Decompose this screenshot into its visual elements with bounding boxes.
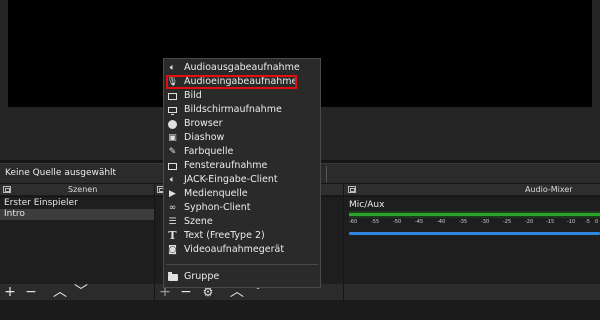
menu-item-audio-output-capture[interactable]: 🔈︎ Audioausgabeaufnahme — [164, 61, 320, 75]
menu-item-label: Farbquelle — [184, 146, 234, 157]
meter-tick: -5 — [585, 219, 590, 225]
meter-tick: -60 — [349, 219, 358, 225]
meter-tick: -45 — [415, 219, 424, 225]
menu-item-label: Browser — [184, 118, 223, 129]
meter-tick: -10 — [567, 219, 576, 225]
scenes-toolbar: + − ︿ ﹀ — [0, 284, 154, 300]
meter-tick: -15 — [546, 219, 555, 225]
audio-mixer-header: Audio-Mixer — [344, 184, 600, 196]
remove-scene-button[interactable]: − — [22, 284, 40, 300]
menu-item-browser[interactable]: Browser — [164, 117, 320, 131]
menu-item-scene[interactable]: ☰ Szene — [164, 215, 320, 229]
menu-item-label: Gruppe — [184, 271, 220, 282]
add-source-menu: 🔈︎ Audioausgabeaufnahme 🎙︎ Audioeingabea… — [163, 58, 321, 288]
globe-icon — [167, 119, 178, 129]
meter-tick: -25 — [503, 219, 512, 225]
menu-item-window-capture[interactable]: Fensteraufnahme — [164, 159, 320, 173]
play-icon: ▶ — [169, 189, 176, 199]
undock-icon[interactable] — [3, 186, 11, 193]
move-scene-up-button[interactable]: ︿ — [51, 284, 69, 300]
volume-meter-level — [349, 213, 600, 216]
status-separator — [326, 166, 327, 182]
menu-item-media-source[interactable]: ▶ Medienquelle — [164, 187, 320, 201]
undock-icon[interactable] — [348, 186, 356, 193]
menu-item-color-source[interactable]: ✎ Farbquelle — [164, 145, 320, 159]
audio-mixer-title: Audio-Mixer — [525, 185, 573, 194]
menu-separator — [166, 264, 318, 265]
menu-item-label: Bildschirmaufnahme — [184, 104, 282, 115]
meter-tick: -50 — [393, 219, 402, 225]
meter-tick: -40 — [437, 219, 446, 225]
menu-item-group[interactable]: Gruppe — [164, 270, 320, 284]
scenes-list: Erster Einspieler Intro — [0, 197, 154, 284]
menu-item-syphon-client[interactable]: ∞ Syphon-Client — [164, 201, 320, 215]
meter-tick: -35 — [459, 219, 468, 225]
status-text: Keine Quelle ausgewählt — [5, 168, 117, 178]
highlight-box — [166, 75, 297, 89]
controls-strip — [0, 300, 600, 320]
mixer-channel-label: Mic/Aux — [349, 200, 385, 210]
menu-item-label: Szene — [184, 216, 213, 227]
menu-item-label: Audioausgabeaufnahme — [184, 62, 300, 73]
brush-icon: ✎ — [168, 147, 177, 157]
menu-item-label: Syphon-Client — [184, 202, 251, 213]
monitor-icon — [167, 105, 178, 115]
list-icon: ☰ — [168, 217, 177, 227]
scene-item[interactable]: Erster Einspieler — [0, 198, 154, 209]
meter-tick: -20 — [525, 219, 534, 225]
meter-tick: -55 — [371, 219, 380, 225]
menu-item-label: Bild — [184, 90, 202, 101]
add-scene-button[interactable]: + — [1, 284, 19, 300]
image-icon — [167, 91, 178, 101]
scenes-dock-header: Szenen — [0, 184, 154, 196]
menu-item-label: Text (FreeType 2) — [184, 230, 265, 241]
folder-icon — [167, 271, 178, 282]
window-icon — [167, 161, 178, 171]
audio-mixer-toolbar — [344, 284, 600, 300]
speaker-icon: 🔈︎ — [169, 175, 176, 185]
text-icon: T — [168, 229, 177, 242]
menu-item-text[interactable]: T Text (FreeType 2) — [164, 229, 320, 243]
scenes-dock-title: Szenen — [68, 185, 98, 194]
meter-tick: -30 — [481, 219, 490, 225]
move-scene-down-button[interactable]: ﹀ — [72, 284, 90, 300]
volume-fader[interactable] — [349, 232, 600, 235]
menu-item-label: Videoaufnahmegerät — [184, 244, 285, 255]
camera-icon: ◙ — [168, 245, 177, 255]
meter-scale: -60 -55 -50 -45 -40 -35 -30 -25 -20 -15 … — [349, 219, 600, 229]
menu-item-image[interactable]: Bild — [164, 89, 320, 103]
menu-item-jack-input[interactable]: 🔈︎ JACK-Eingabe-Client — [164, 173, 320, 187]
menu-item-label: JACK-Eingabe-Client — [184, 174, 278, 185]
menu-item-display-capture[interactable]: Bildschirmaufnahme — [164, 103, 320, 117]
speaker-icon: 🔈︎ — [169, 63, 176, 73]
scene-item-selected[interactable]: Intro — [0, 209, 154, 220]
menu-item-label: Medienquelle — [184, 188, 248, 199]
menu-item-label: Fensteraufnahme — [184, 160, 268, 171]
menu-item-slideshow[interactable]: ▣ Diashow — [164, 131, 320, 145]
meter-tick: 0 — [595, 219, 599, 225]
syphon-icon: ∞ — [168, 203, 177, 213]
menu-item-video-capture-device[interactable]: ◙ Videoaufnahmegerät — [164, 243, 320, 257]
menu-item-label: Diashow — [184, 132, 225, 143]
slideshow-icon: ▣ — [168, 133, 177, 143]
